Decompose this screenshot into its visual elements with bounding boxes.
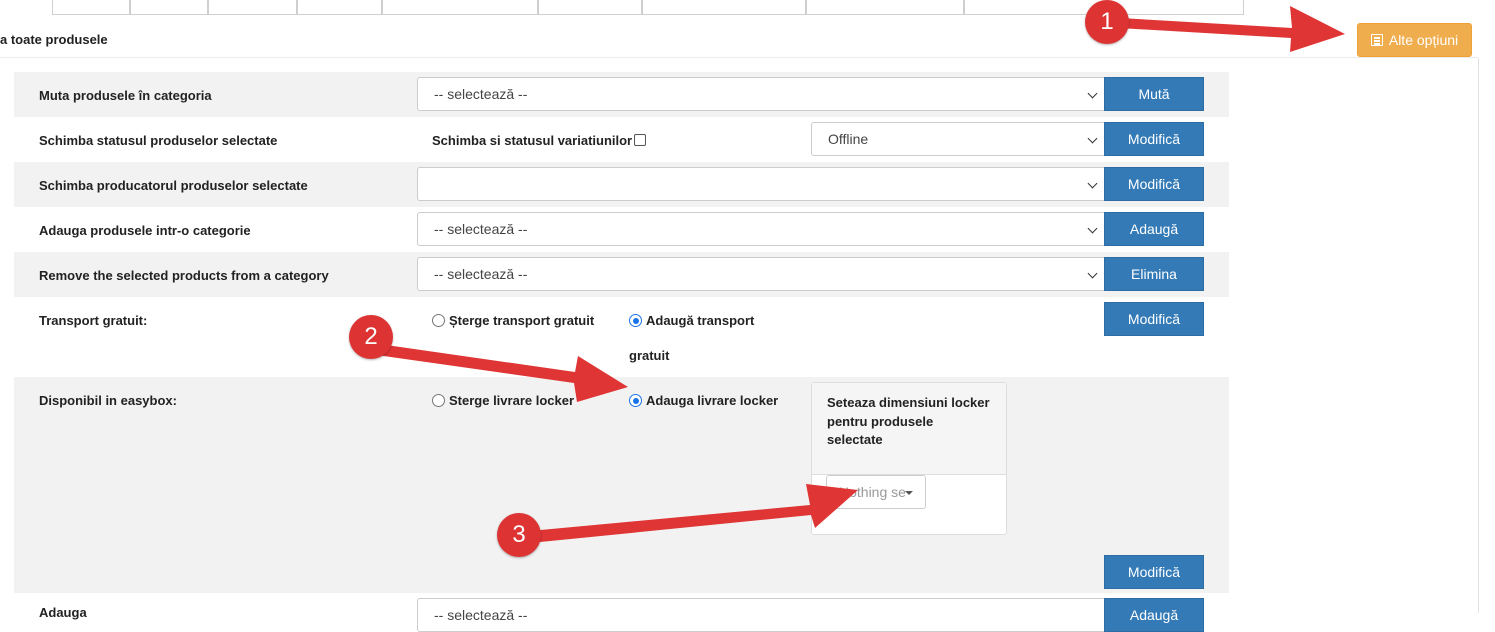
alte-optiuni-button[interactable]: Alte opțiuni	[1357, 23, 1472, 57]
select-value: Offline	[828, 131, 869, 147]
tab[interactable]	[806, 0, 964, 15]
select-value: -- selectează --	[434, 86, 528, 102]
caret-down-icon	[905, 491, 913, 495]
variations-status-checkbox[interactable]	[634, 134, 647, 146]
radio-label: Șterge transport gratuit	[449, 313, 595, 328]
panel-title-line: selectate	[827, 432, 883, 447]
locker-dimensions-panel: Seteaza dimensiuni locker pentru produse…	[811, 382, 1007, 535]
row-label: Schimba producatorul produselor selectat…	[39, 178, 308, 193]
add-category-select[interactable]: -- selectează --	[417, 212, 1105, 246]
checkbox-text: Schimba si statusul variatiunilor	[432, 133, 633, 148]
producer-select[interactable]	[417, 167, 1105, 201]
tab[interactable]	[382, 0, 538, 15]
add-locker-option[interactable]: Adauga livrare locker	[629, 393, 778, 408]
tab-strip	[0, 0, 1495, 16]
dropdown-placeholder: Nothing se	[839, 484, 906, 500]
row-free-shipping: Transport gratuit:	[14, 297, 1229, 377]
annotation-badge-2: 2	[349, 315, 393, 359]
page-title: a toate produsele	[0, 32, 108, 47]
chevron-down-icon	[1087, 178, 1098, 189]
radio-label: Adaugă transport	[646, 313, 755, 328]
row-label: Transport gratuit:	[39, 313, 148, 328]
select-value: -- selectează --	[434, 266, 528, 282]
partial-select[interactable]: -- selectează --	[417, 598, 1105, 632]
radio-button[interactable]	[432, 394, 445, 407]
tab[interactable]	[208, 0, 297, 15]
list-icon	[1370, 34, 1383, 46]
add-category-button[interactable]: Adaugă	[1104, 212, 1204, 246]
page-header: a toate produsele	[0, 15, 1478, 58]
row-label: Muta produsele în categoria	[39, 88, 212, 103]
radio-button[interactable]	[432, 314, 445, 327]
annotation-badge-1: 1	[1085, 0, 1129, 44]
remove-free-shipping-option[interactable]: Șterge transport gratuit	[432, 313, 594, 328]
tab[interactable]	[52, 0, 130, 15]
chevron-down-icon	[1087, 223, 1098, 234]
status-select[interactable]: Offline	[811, 122, 1105, 156]
free-shipping-button[interactable]: Modifică	[1104, 302, 1204, 336]
chevron-down-icon	[1087, 88, 1098, 99]
chevron-down-icon	[1087, 133, 1098, 144]
tab[interactable]	[538, 0, 642, 15]
row-label: Adauga produsele intr-o categorie	[39, 223, 251, 238]
tab[interactable]	[130, 0, 208, 15]
tab[interactable]	[297, 0, 382, 15]
radio-button-selected[interactable]	[629, 314, 642, 327]
partial-button[interactable]: Adaugă	[1104, 598, 1204, 632]
chevron-down-icon	[1087, 268, 1098, 279]
remove-locker-option[interactable]: Sterge livrare locker	[432, 393, 574, 408]
add-free-shipping-label-cont: gratuit	[629, 348, 670, 363]
remove-category-button[interactable]: Elimina	[1104, 257, 1204, 291]
locker-panel-heading: Seteaza dimensiuni locker pentru produse…	[812, 383, 1006, 475]
select-value: -- selectează --	[434, 221, 528, 237]
row-label: Remove the selected products from a cate…	[39, 268, 329, 283]
row-easybox: Disponibil in easybox:	[14, 377, 1229, 593]
tab[interactable]	[642, 0, 806, 15]
remove-category-select[interactable]: -- selectează --	[417, 257, 1105, 291]
variations-status-checkbox-label: Schimba si statusul variatiunilor	[432, 133, 647, 148]
radio-button-selected[interactable]	[629, 394, 642, 407]
change-producer-button[interactable]: Modifică	[1104, 167, 1204, 201]
row-label: Schimba statusul produselor selectate	[39, 133, 278, 148]
radio-label: Adauga livrare locker	[646, 393, 779, 408]
locker-size-dropdown[interactable]: Nothing se	[826, 475, 926, 509]
change-status-button[interactable]: Modifică	[1104, 122, 1204, 156]
easybox-button[interactable]: Modifică	[1104, 555, 1204, 589]
radio-label: Sterge livrare locker	[449, 393, 575, 408]
add-free-shipping-option[interactable]: Adaugă transport	[629, 313, 754, 328]
annotation-badge-3: 3	[497, 513, 541, 557]
panel-title-line: Seteaza dimensiuni locker	[827, 395, 990, 410]
panel-border	[1478, 58, 1479, 613]
panel-title-line: pentru produsele	[827, 413, 934, 429]
row-label: Disponibil in easybox:	[39, 393, 177, 408]
select-value: -- selectează --	[434, 607, 528, 623]
alte-optiuni-label: Alte opțiuni	[1388, 32, 1459, 48]
move-category-select[interactable]: -- selectează --	[417, 77, 1105, 111]
move-button[interactable]: Mută	[1104, 77, 1204, 111]
